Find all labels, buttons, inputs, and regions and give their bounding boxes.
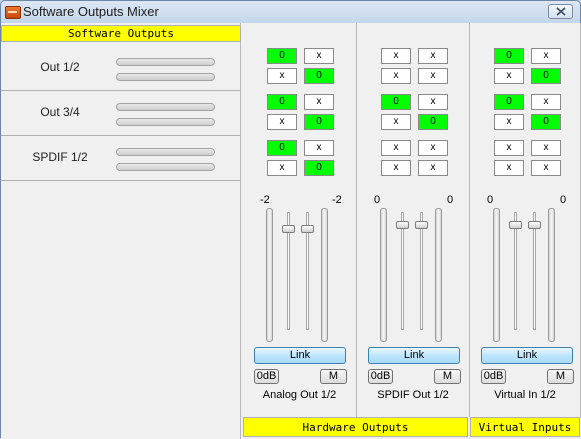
db-label-right: 0 — [560, 194, 567, 206]
fader-left-thumb[interactable] — [509, 221, 522, 229]
routing-cell[interactable]: x — [267, 68, 297, 84]
zero-db-button[interactable]: 0dB — [368, 369, 393, 384]
fader-right-thumb[interactable] — [528, 221, 541, 229]
routing-cell[interactable]: x — [494, 68, 524, 84]
software-outputs-header: Software Outputs — [1, 25, 241, 42]
routing-cell[interactable]: x — [531, 94, 561, 110]
fader-left-track[interactable] — [514, 212, 517, 330]
routing-cell[interactable]: x — [531, 140, 561, 156]
app-icon — [5, 6, 21, 19]
close-button[interactable] — [548, 4, 573, 19]
mute-button[interactable]: M — [547, 369, 574, 384]
routing-cell[interactable]: 0 — [531, 68, 561, 84]
routing-cell[interactable]: 0 — [531, 114, 561, 130]
routing-cell[interactable]: x — [494, 140, 524, 156]
db-label-right: 0 — [447, 194, 454, 206]
link-button[interactable]: Link — [368, 347, 460, 364]
fader-left-thumb[interactable] — [396, 221, 409, 229]
link-button[interactable]: Link — [254, 347, 346, 364]
mixer-strip: 0 x x 0 0 x x 0 x x x x 0 0 Link 0dB M Virtual In 1/2 — [470, 23, 581, 417]
window-title: Software Outputs Mixer — [23, 4, 159, 19]
routing-cell[interactable]: x — [267, 114, 297, 130]
routing-cell[interactable]: x — [381, 140, 411, 156]
output-label: Out 3/4 — [40, 105, 80, 119]
routing-cell[interactable]: x — [418, 94, 448, 110]
mute-button[interactable]: M — [434, 369, 461, 384]
routing-cell[interactable]: 0 — [494, 48, 524, 64]
software-output-row: Out 1/2 — [1, 46, 240, 91]
virtual-inputs-footer: Virtual Inputs — [470, 417, 580, 437]
level-meter-right — [435, 208, 442, 342]
output-level-meter-left — [116, 148, 215, 156]
routing-cell[interactable]: x — [381, 114, 411, 130]
routing-cell[interactable]: 0 — [304, 114, 334, 130]
strip-name: Virtual In 1/2 — [494, 389, 556, 401]
mixer-window: Software Outputs Mixer Software Outputs … — [0, 0, 581, 439]
level-meter-right — [548, 208, 555, 342]
output-label: Out 1/2 — [40, 60, 80, 74]
mute-button[interactable]: M — [320, 369, 347, 384]
zero-db-button[interactable]: 0dB — [481, 369, 506, 384]
hardware-outputs-footer: Hardware Outputs — [243, 417, 468, 437]
output-level-meter-right — [116, 163, 215, 171]
routing-cell[interactable]: x — [381, 160, 411, 176]
routing-cell[interactable]: 0 — [304, 160, 334, 176]
title-bar[interactable]: Software Outputs Mixer — [1, 1, 580, 23]
zero-db-button[interactable]: 0dB — [254, 369, 279, 384]
routing-cell[interactable]: 0 — [267, 140, 297, 156]
output-level-meter-right — [116, 73, 215, 81]
routing-cell[interactable]: x — [267, 160, 297, 176]
routing-cell[interactable]: x — [381, 68, 411, 84]
fader-left-thumb[interactable] — [282, 225, 295, 233]
db-label-left: 0 — [374, 194, 381, 206]
close-icon — [556, 7, 566, 16]
output-level-meter-left — [116, 58, 215, 66]
level-meter-left — [266, 208, 273, 342]
mixer-strip: 0 x x 0 0 x x 0 0 x x 0 -2 -2 Link 0dB M Analog Out 1/2 — [243, 23, 357, 417]
routing-cell[interactable]: x — [494, 160, 524, 176]
fader-right-thumb[interactable] — [415, 221, 428, 229]
routing-cell[interactable]: 0 — [267, 48, 297, 64]
software-outputs-panel: Software Outputs Out 1/2 Out 3/4 SPDIF 1… — [1, 23, 241, 439]
routing-cell[interactable]: x — [304, 94, 334, 110]
level-meter-left — [380, 208, 387, 342]
routing-cell[interactable]: x — [304, 140, 334, 156]
db-label-right: -2 — [332, 194, 342, 206]
db-label-left: -2 — [260, 194, 270, 206]
routing-cell[interactable]: x — [531, 48, 561, 64]
software-output-row: Out 3/4 — [1, 91, 240, 136]
strip-name: SPDIF Out 1/2 — [377, 389, 449, 401]
output-label: SPDIF 1/2 — [32, 150, 88, 164]
routing-cell[interactable]: 0 — [304, 68, 334, 84]
routing-cell[interactable]: x — [418, 48, 448, 64]
routing-cell[interactable]: x — [304, 48, 334, 64]
routing-cell[interactable]: 0 — [381, 94, 411, 110]
routing-cell[interactable]: x — [418, 68, 448, 84]
routing-cell[interactable]: 0 — [494, 94, 524, 110]
mixer-client-area: Software Outputs Out 1/2 Out 3/4 SPDIF 1… — [1, 23, 581, 439]
strip-name: Analog Out 1/2 — [262, 389, 337, 401]
routing-cell[interactable]: x — [418, 140, 448, 156]
routing-cell[interactable]: x — [418, 160, 448, 176]
link-button[interactable]: Link — [481, 347, 573, 364]
routing-cell[interactable]: x — [531, 160, 561, 176]
fader-right-track[interactable] — [533, 212, 536, 330]
routing-cell[interactable]: x — [381, 48, 411, 64]
output-level-meter-right — [116, 118, 215, 126]
mixer-strip: x x x x 0 x x 0 x x x x 0 0 Link 0dB M SPDIF Out 1/2 — [357, 23, 470, 417]
output-level-meter-left — [116, 103, 215, 111]
level-meter-left — [493, 208, 500, 342]
db-label-left: 0 — [487, 194, 494, 206]
fader-left-track[interactable] — [401, 212, 404, 330]
routing-cell[interactable]: 0 — [418, 114, 448, 130]
routing-cell[interactable]: 0 — [267, 94, 297, 110]
fader-right-track[interactable] — [420, 212, 423, 330]
software-output-row: SPDIF 1/2 — [1, 136, 240, 181]
level-meter-right — [321, 208, 328, 342]
fader-right-thumb[interactable] — [301, 225, 314, 233]
routing-cell[interactable]: x — [494, 114, 524, 130]
